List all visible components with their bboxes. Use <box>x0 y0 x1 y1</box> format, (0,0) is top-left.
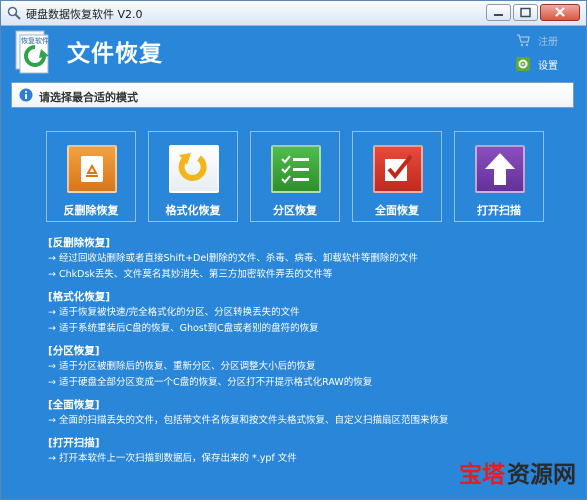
section-heading: [格式化恢复] <box>48 291 111 303</box>
minimize-button[interactable] <box>486 4 511 21</box>
section-line: → 适于恢复被快速/完全格式化的分区、分区转换丢失的文件 <box>48 307 300 318</box>
refresh-arrow-icon <box>178 153 207 181</box>
upload-arrow-icon <box>485 153 515 185</box>
settings-link[interactable]: 设置 <box>516 55 558 73</box>
recycle-icon <box>81 156 103 182</box>
description-section: [格式化恢复] → 适于恢复被快速/完全格式化的分区、分区转换丢失的文件 → 适… <box>48 289 568 337</box>
section-line: → 适于硬盘全部分区变成一个C盘的恢复、分区打不开提示格式化RAW的恢复 <box>48 377 373 388</box>
title-bar: 硬盘数据恢复软件 V2.0 <box>1 1 586 26</box>
mode-buttons: 反删除恢复 格式化恢复 分区恢复 全面恢复 打开扫描 <box>46 131 546 222</box>
full-tile <box>373 145 423 193</box>
section-line: → 适于分区被删除后的恢复、重新分区、分区调整大小后的恢复 <box>48 361 316 372</box>
description-section: [反删除恢复] → 经过回收站删除或者直接Shift+Del删除的文件、杀毒、病… <box>48 235 568 283</box>
section-line: → 经过回收站删除或者直接Shift+Del删除的文件、杀毒、病毒、卸载软件等删… <box>48 253 418 264</box>
register-link[interactable]: 注册 <box>516 31 558 49</box>
open-scan-label: 打开扫描 <box>477 204 521 217</box>
description-section: [全面恢复] → 全面的扫描丢失的文件，包括带文件名恢复和按文件头格式恢复、自定… <box>48 397 568 429</box>
section-line: → 全面的扫描丢失的文件，包括带文件名恢复和按文件头格式恢复、自定义扫描扇区范围… <box>48 415 449 426</box>
open-scan-tile <box>475 145 525 193</box>
section-heading: [分区恢复] <box>48 345 100 357</box>
info-icon <box>19 88 33 102</box>
section-line: → ChkDsk丢失、文件莫名其妙消失、第三方加密软件弄丢的文件等 <box>48 269 333 280</box>
app-window: 硬盘数据恢复软件 V2.0 恢复软件 文件恢复 注册 设置 请选择最合适的模式 … <box>0 0 587 500</box>
window-controls <box>484 4 580 21</box>
undelete-label: 反删除恢复 <box>63 204 119 217</box>
format-recovery-button[interactable]: 格式化恢复 <box>148 131 238 222</box>
section-heading: [反删除恢复] <box>48 237 111 249</box>
minimize-icon <box>494 14 503 16</box>
checklist-icon <box>281 155 309 184</box>
open-scan-button[interactable]: 打开扫描 <box>454 131 544 222</box>
settings-label: 设置 <box>538 60 558 72</box>
checkmark-icon <box>385 154 413 181</box>
register-label: 注册 <box>538 36 558 48</box>
shopping-cart-icon <box>517 34 530 47</box>
watermark-part2: 资源网 <box>507 462 576 488</box>
maximize-button[interactable] <box>513 4 538 21</box>
section-heading: [打开扫描] <box>48 437 100 449</box>
undelete-recovery-button[interactable]: 反删除恢复 <box>46 131 136 222</box>
partition-label: 分区恢复 <box>273 204 317 217</box>
mode-prompt-text: 请选择最合适的模式 <box>39 91 138 104</box>
maximize-icon <box>520 7 531 18</box>
full-recovery-button[interactable]: 全面恢复 <box>352 131 442 222</box>
app-logo: 恢复软件 <box>15 30 49 74</box>
close-icon <box>555 7 565 17</box>
app-header: 恢复软件 文件恢复 注册 设置 <box>1 26 586 78</box>
mode-prompt-bar: 请选择最合适的模式 <box>11 82 574 108</box>
svg-text:恢复软件: 恢复软件 <box>21 36 49 45</box>
app-name: 文件恢复 <box>67 41 163 67</box>
partition-recovery-button[interactable]: 分区恢复 <box>250 131 340 222</box>
magnifier-app-icon <box>7 6 21 20</box>
close-button[interactable] <box>540 4 580 21</box>
side-links: 注册 设置 <box>516 31 558 79</box>
section-line: → 适于系统重装后C盘的恢复、Ghost到C盘或者别的盘符的恢复 <box>48 323 319 334</box>
format-tile <box>169 145 219 193</box>
watermark: 宝塔 资源网 <box>459 455 576 489</box>
section-heading: [全面恢复] <box>48 399 100 411</box>
watermark-part1: 宝塔 <box>459 462 505 488</box>
description-section: [分区恢复] → 适于分区被删除后的恢复、重新分区、分区调整大小后的恢复 → 适… <box>48 343 568 391</box>
gear-icon <box>516 57 530 71</box>
mode-descriptions: [反删除恢复] → 经过回收站删除或者直接Shift+Del删除的文件、杀毒、病… <box>48 235 568 473</box>
undelete-tile <box>67 145 117 193</box>
format-label: 格式化恢复 <box>165 204 221 217</box>
full-label: 全面恢复 <box>375 204 419 217</box>
partition-tile <box>271 145 321 193</box>
window-title: 硬盘数据恢复软件 V2.0 <box>26 8 143 21</box>
